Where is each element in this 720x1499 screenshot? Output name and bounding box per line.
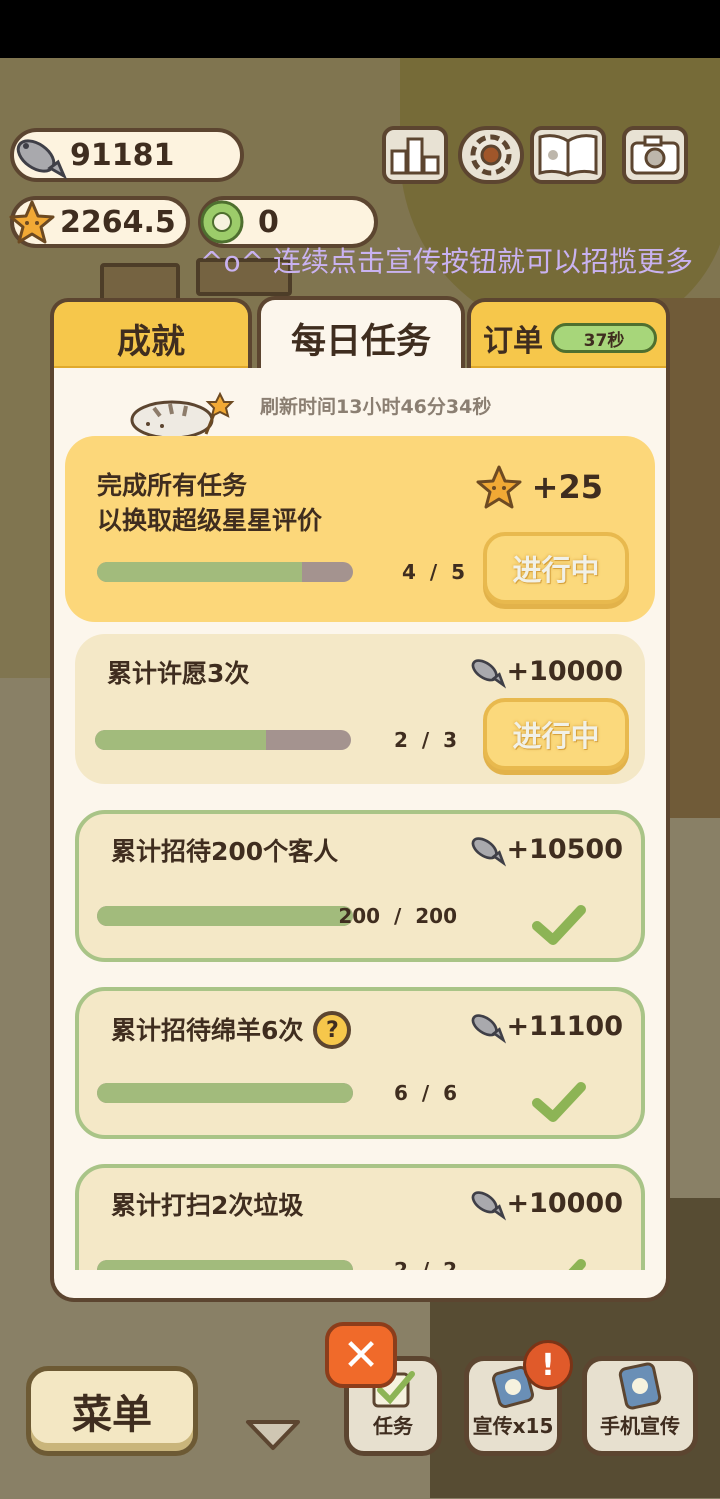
task-progress-count: 200 / 200 (338, 904, 457, 928)
task-progress-bar (97, 562, 353, 582)
task-reward-amount: +11100 (506, 1010, 623, 1042)
star-icon (476, 465, 522, 509)
camera-icon (630, 135, 680, 175)
news-ticker: ^o^ 连续点击宣传按钮就可以招揽更多 (200, 245, 693, 278)
task-reward-amount: +10000 (506, 655, 623, 687)
task-reward: +10500 (466, 830, 623, 868)
task-progress-fill (97, 1260, 353, 1270)
tab-daily-tasks[interactable]: 每日任务 (257, 296, 465, 376)
task-reward-amount: +10000 (506, 1187, 623, 1219)
task-progress-fill (97, 906, 353, 926)
task-reward: +25 (476, 464, 603, 510)
task-title: 完成所有任务 以换取超级星星评价 (97, 468, 322, 538)
ranking-button[interactable] (382, 126, 448, 184)
in-progress-button[interactable]: 进行中 (483, 698, 629, 770)
tab-daily-tasks-label: 每日任务 (290, 321, 431, 362)
task-title: 累计招待200个客人 (111, 837, 339, 866)
menu-button[interactable]: 菜单 (26, 1366, 198, 1456)
task-progress-fill (97, 562, 302, 582)
task-progress-count: 2 / 3 (394, 728, 457, 752)
promote-button-label: 宣传x15 (472, 1414, 554, 1438)
settings-button[interactable] (458, 126, 524, 184)
catalog-button[interactable] (530, 126, 606, 184)
tab-orders-label: 订单 (483, 324, 543, 359)
task-progress-fill (95, 730, 266, 750)
close-icon: ✕ (342, 1329, 380, 1381)
camera-button[interactable] (622, 126, 688, 184)
star-rating: 2264.5 (60, 204, 176, 240)
fish-icon (472, 1014, 507, 1044)
in-progress-button[interactable]: 进行中 (483, 532, 629, 604)
task-card-sheep: 累计招待绵羊6次 ? +11100 6 / 6 (75, 987, 645, 1139)
fish-icon (472, 1191, 507, 1221)
task-title: 累计许愿3次 (107, 659, 250, 688)
checkmark-icon (568, 1259, 586, 1270)
task-card-trash: 累计打扫2次垃圾 +10000 2 / 2 (75, 1164, 645, 1270)
book-icon (538, 134, 598, 177)
task-progress-bar (95, 730, 351, 750)
status-bar (0, 0, 720, 58)
phone-promote-button[interactable]: 手机宣传 (582, 1356, 698, 1456)
fish-icon (8, 126, 68, 184)
tasks-button-label: 任务 (373, 1414, 413, 1438)
task-card-wish: 累计许愿3次 +10000 2 / 3 进行中 (75, 634, 645, 784)
task-progress-bar (97, 1260, 353, 1270)
fish-icon (472, 837, 507, 867)
task-reward: +10000 (466, 652, 623, 690)
task-title: 累计打扫2次垃圾 (111, 1191, 304, 1220)
fish-count: 91181 (70, 137, 175, 173)
task-reward-amount: +25 (531, 468, 603, 506)
task-title-line1: 完成所有任务 (97, 471, 248, 500)
task-card-all: 完成所有任务 以换取超级星星评价 +25 4 / 5 进行中 (65, 436, 655, 622)
alert-badge: ! (523, 1340, 573, 1390)
task-progress-count: 2 / 2 (394, 1258, 457, 1270)
task-progress-bar (97, 1083, 353, 1103)
task-list: 完成所有任务 以换取超级星星评价 +25 4 / 5 进行中 累计许愿3次 +1… (54, 430, 666, 1270)
help-icon[interactable]: ? (313, 1011, 352, 1049)
order-timer-badge: 37秒 (551, 323, 657, 353)
checkmark-icon (532, 905, 586, 945)
task-progress-count: 6 / 6 (394, 1081, 457, 1105)
task-progress-fill (97, 1083, 353, 1103)
fish-icon (472, 659, 507, 689)
close-panel-button[interactable]: ✕ (325, 1322, 397, 1388)
task-reward: +11100 (466, 1007, 623, 1045)
tab-orders[interactable]: 订单 37秒 (467, 298, 670, 374)
task-title-line2: 以换取超级星星评价 (97, 506, 323, 535)
clover-count: 0 (258, 204, 279, 240)
gear-icon (470, 134, 512, 176)
tab-achievements-label: 成就 (117, 321, 185, 362)
ranking-icon (390, 137, 440, 175)
chevron-down-icon[interactable] (244, 1418, 302, 1452)
task-title-text: 累计招待绵羊6次 (111, 1015, 304, 1045)
task-reward-amount: +10500 (506, 833, 623, 865)
task-title: 累计招待绵羊6次 ? (111, 1011, 352, 1049)
tab-achievements[interactable]: 成就 (50, 298, 252, 374)
phone-promote-button-label: 手机宣传 (600, 1414, 680, 1438)
checkmark-icon (532, 1082, 586, 1122)
phone-flyer-icon (618, 1362, 662, 1410)
task-progress-count: 4 / 5 (402, 560, 465, 584)
task-card-guests: 累计招待200个客人 +10500 200 / 200 (75, 810, 645, 962)
star-icon (8, 196, 56, 248)
task-progress-bar (97, 906, 353, 926)
task-reward: +10000 (466, 1184, 623, 1222)
refresh-timer: 刷新时间13小时46分34秒 (260, 396, 492, 418)
